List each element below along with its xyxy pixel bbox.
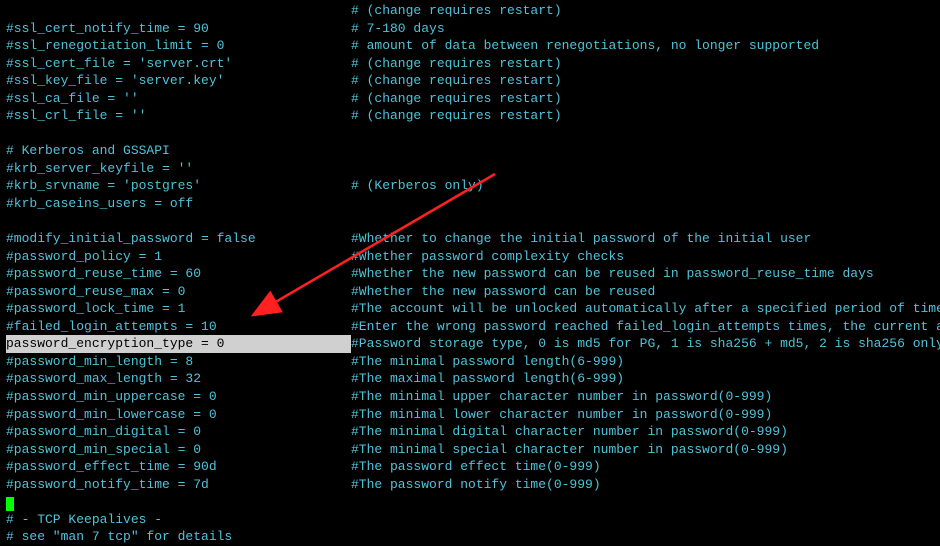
config-setting: password_encryption_type = 0 [6, 335, 351, 353]
config-line: #password_lock_time = 1#The account will… [6, 300, 940, 318]
config-setting: #password_policy = 1 [6, 248, 351, 266]
config-line: #ssl_cert_notify_time = 90# 7-180 days [6, 20, 940, 38]
config-setting: #password_min_lowercase = 0 [6, 406, 351, 424]
config-setting: #password_reuse_time = 60 [6, 265, 351, 283]
config-setting: #ssl_cert_notify_time = 90 [6, 20, 351, 38]
config-comment: #The minimal lower character number in p… [351, 406, 772, 424]
config-line: # see "man 7 tcp" for details [6, 528, 940, 546]
config-line: #ssl_renegotiation_limit = 0# amount of … [6, 37, 940, 55]
terminal-cursor [6, 497, 14, 511]
config-setting: #password_effect_time = 90d [6, 458, 351, 476]
config-line: # Kerberos and GSSAPI [6, 142, 940, 160]
config-comment: #The password notify time(0-999) [351, 476, 601, 494]
config-line: #password_notify_time = 7d#The password … [6, 476, 940, 494]
config-setting: #ssl_key_file = 'server.key' [6, 72, 351, 90]
config-line: # (change requires restart) [6, 2, 940, 20]
config-setting: #password_min_digital = 0 [6, 423, 351, 441]
config-line: password_encryption_type = 0#Password st… [6, 335, 940, 353]
config-comment: #Whether to change the initial password … [351, 230, 811, 248]
terminal-output[interactable]: # (change requires restart)#ssl_cert_not… [0, 0, 940, 546]
config-setting: #password_max_length = 32 [6, 370, 351, 388]
config-comment: # (change requires restart) [351, 107, 562, 125]
config-line: #password_min_special = 0#The minimal sp… [6, 441, 940, 459]
config-comment: #Enter the wrong password reached failed… [351, 318, 940, 336]
config-comment: #The maximal password length(6-999) [351, 370, 624, 388]
config-setting: #ssl_renegotiation_limit = 0 [6, 37, 351, 55]
config-line: #password_policy = 1#Whether password co… [6, 248, 940, 266]
config-text: # Kerberos and GSSAPI [6, 143, 170, 158]
config-line: #ssl_crl_file = ''# (change requires res… [6, 107, 940, 125]
config-setting: #ssl_ca_file = '' [6, 90, 351, 108]
config-comment: #The minimal digital character number in… [351, 423, 788, 441]
config-line: #password_max_length = 32#The maximal pa… [6, 370, 940, 388]
config-line: #failed_login_attempts = 10#Enter the wr… [6, 318, 940, 336]
config-line [6, 213, 940, 231]
config-text: # see "man 7 tcp" for details [6, 529, 232, 544]
config-comment: # 7-180 days [351, 20, 445, 38]
config-comment: # (change requires restart) [351, 55, 562, 73]
config-line: #password_reuse_time = 60#Whether the ne… [6, 265, 940, 283]
config-comment: #The minimal special character number in… [351, 441, 788, 459]
config-line: #password_min_lowercase = 0#The minimal … [6, 406, 940, 424]
config-setting: #password_min_length = 8 [6, 353, 351, 371]
config-line: #password_min_uppercase = 0#The minimal … [6, 388, 940, 406]
config-comment: # amount of data between renegotiations,… [351, 37, 819, 55]
config-setting: #ssl_cert_file = 'server.crt' [6, 55, 351, 73]
config-line: #ssl_cert_file = 'server.crt'# (change r… [6, 55, 940, 73]
config-setting: #password_min_uppercase = 0 [6, 388, 351, 406]
config-comment: #The account will be unlocked automatica… [351, 300, 940, 318]
config-comment: # (change requires restart) [351, 72, 562, 90]
config-comment: #The minimal upper character number in p… [351, 388, 772, 406]
config-setting: #ssl_crl_file = '' [6, 107, 351, 125]
config-comment: #Password storage type, 0 is md5 for PG,… [351, 335, 940, 353]
config-line [6, 493, 940, 511]
config-line: #password_min_digital = 0#The minimal di… [6, 423, 940, 441]
config-comment: #Whether the new password can be reused [351, 283, 655, 301]
config-line: # - TCP Keepalives - [6, 511, 940, 529]
config-setting: #password_notify_time = 7d [6, 476, 351, 494]
config-comment: # (Kerberos only) [351, 177, 484, 195]
config-text: # - TCP Keepalives - [6, 512, 162, 527]
config-line: #krb_server_keyfile = '' [6, 160, 940, 178]
config-comment: #The password effect time(0-999) [351, 458, 601, 476]
config-line: #password_min_length = 8#The minimal pas… [6, 353, 940, 371]
config-setting: #password_reuse_max = 0 [6, 283, 351, 301]
config-line [6, 125, 940, 143]
config-line: #krb_srvname = 'postgres'# (Kerberos onl… [6, 177, 940, 195]
config-setting: #failed_login_attempts = 10 [6, 318, 351, 336]
config-comment: # (change requires restart) [351, 2, 562, 20]
config-comment: #Whether password complexity checks [351, 248, 624, 266]
config-line: #password_effect_time = 90d#The password… [6, 458, 940, 476]
config-setting: #password_lock_time = 1 [6, 300, 351, 318]
config-line: #ssl_ca_file = ''# (change requires rest… [6, 90, 940, 108]
config-text: #krb_caseins_users = off [6, 196, 193, 211]
config-comment: # (change requires restart) [351, 90, 562, 108]
config-line: #password_reuse_max = 0#Whether the new … [6, 283, 940, 301]
config-line: #modify_initial_password = false#Whether… [6, 230, 940, 248]
config-line: #ssl_key_file = 'server.key'# (change re… [6, 72, 940, 90]
config-setting: #modify_initial_password = false [6, 230, 351, 248]
config-comment: #Whether the new password can be reused … [351, 265, 874, 283]
config-text: #krb_server_keyfile = '' [6, 161, 193, 176]
config-comment: #The minimal password length(6-999) [351, 353, 624, 371]
config-setting: #password_min_special = 0 [6, 441, 351, 459]
config-setting: #krb_srvname = 'postgres' [6, 177, 351, 195]
config-line: #krb_caseins_users = off [6, 195, 940, 213]
